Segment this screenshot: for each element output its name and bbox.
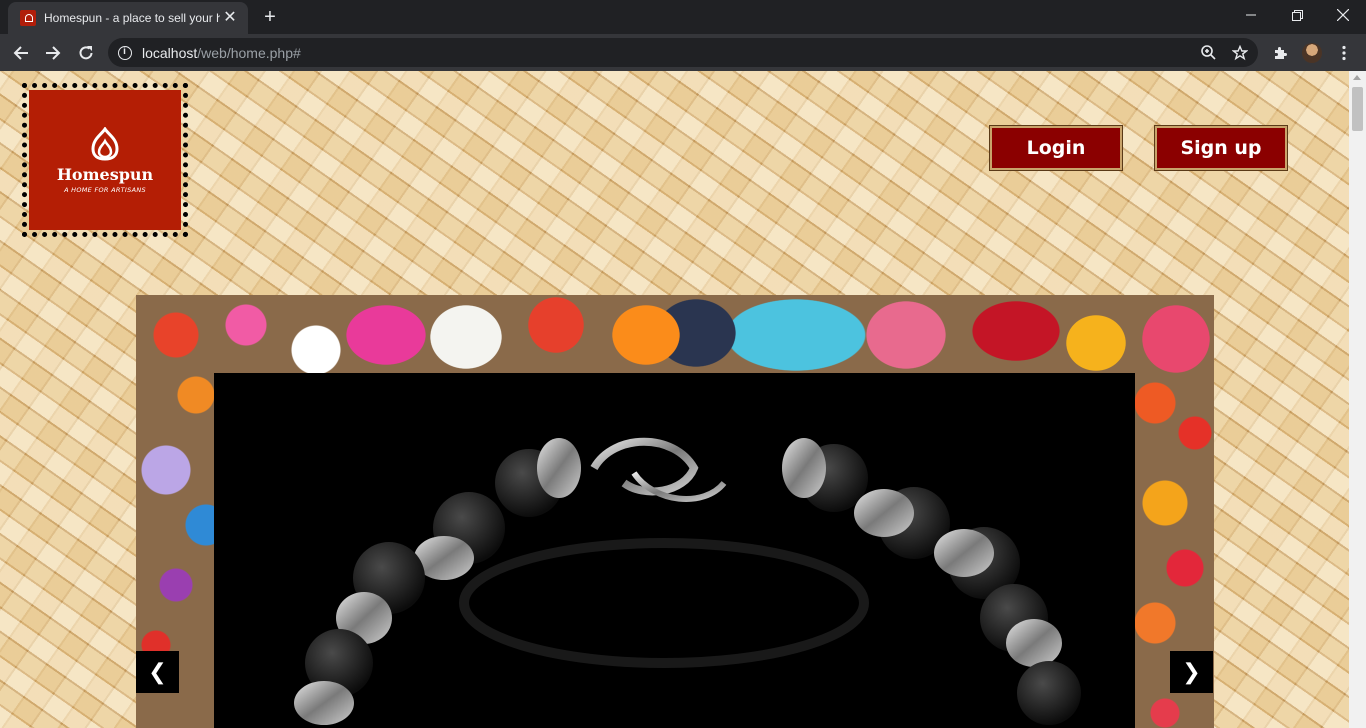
forward-button[interactable]	[40, 40, 66, 66]
tab-close-button[interactable]: ✕	[222, 10, 238, 26]
back-button[interactable]	[8, 40, 34, 66]
browser-toolbar: localhost/web/home.php#	[0, 34, 1366, 71]
forward-arrow-icon	[46, 46, 61, 60]
scrollbar-thumb[interactable]	[1352, 87, 1363, 131]
back-arrow-icon	[13, 46, 28, 60]
close-window-button[interactable]	[1320, 0, 1366, 30]
scroll-up-arrow-icon[interactable]	[1353, 75, 1361, 80]
slide-image-bracelet	[214, 373, 1135, 728]
slideshow-prev-button[interactable]: ❮	[136, 651, 179, 693]
url-text[interactable]: localhost/web/home.php#	[142, 45, 301, 61]
site-logo[interactable]: Homespun A HOME FOR ARTISANS	[22, 83, 188, 237]
slideshow: ❮ ❯	[136, 295, 1214, 728]
login-button[interactable]: Login	[989, 125, 1123, 171]
bookmark-button[interactable]	[1226, 38, 1254, 67]
slideshow-next-button[interactable]: ❯	[1170, 651, 1213, 693]
site-favicon-icon	[20, 10, 36, 26]
logo-tagline: A HOME FOR ARTISANS	[64, 185, 146, 194]
url-host: localhost	[142, 44, 198, 61]
beads-background-image	[136, 295, 1214, 373]
restore-button[interactable]	[1274, 0, 1320, 30]
browser-tab[interactable]: Homespun - a place to sell your handmade…	[8, 2, 248, 34]
url-path: /web/home.php#	[197, 44, 301, 61]
profile-button[interactable]	[1299, 40, 1325, 66]
zoom-icon	[1200, 45, 1216, 60]
flame-logo-icon	[91, 126, 119, 161]
logo-name: Homespun	[56, 164, 154, 184]
zoom-button[interactable]	[1194, 38, 1222, 67]
close-icon	[1337, 9, 1349, 21]
page-viewport: Homespun A HOME FOR ARTISANS Login Sign …	[0, 71, 1349, 728]
bracelet-image	[294, 437, 1081, 725]
menu-dots-icon	[1342, 45, 1346, 61]
browser-menu-button[interactable]	[1331, 40, 1357, 66]
profile-avatar	[1302, 43, 1322, 63]
logo-badge: Homespun A HOME FOR ARTISANS	[29, 90, 181, 230]
new-tab-button[interactable]: +	[258, 6, 282, 30]
info-icon[interactable]	[118, 45, 132, 60]
tab-title: Homespun - a place to sell your handmade…	[44, 11, 220, 25]
extensions-icon	[1275, 47, 1287, 59]
extensions-button[interactable]	[1267, 40, 1293, 66]
reload-icon	[79, 46, 93, 60]
star-icon	[1232, 44, 1248, 60]
minimize-icon	[1246, 14, 1256, 16]
reload-button[interactable]	[73, 40, 99, 66]
page-scrollbar[interactable]	[1349, 71, 1366, 728]
tab-strip: Homespun - a place to sell your handmade…	[0, 0, 1366, 34]
minimize-button[interactable]	[1228, 0, 1274, 30]
address-bar[interactable]: localhost/web/home.php#	[108, 38, 1258, 67]
restore-icon	[1291, 9, 1303, 21]
signup-button[interactable]: Sign up	[1154, 125, 1288, 171]
